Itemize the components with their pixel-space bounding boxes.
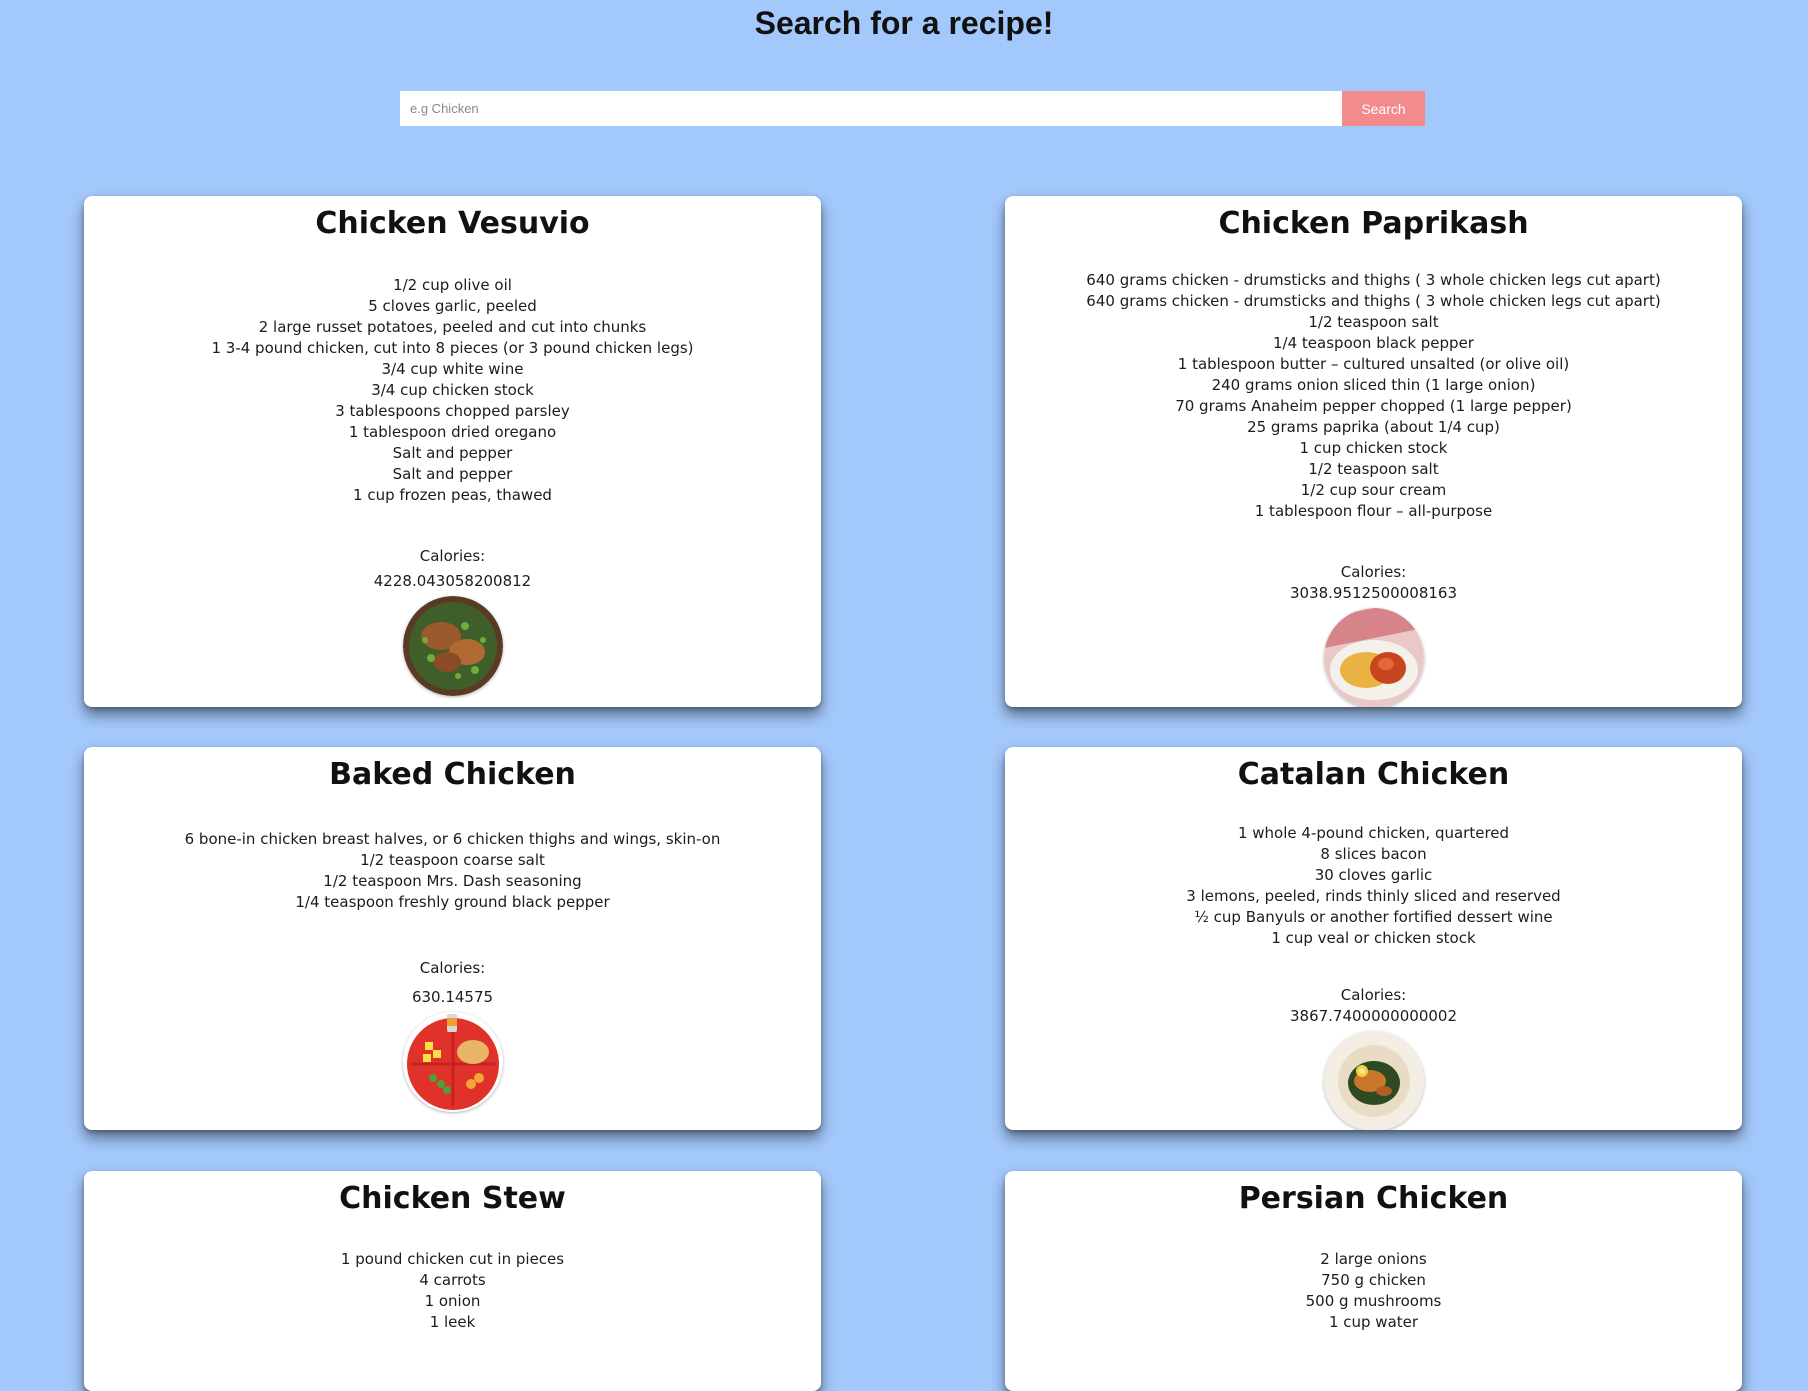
ingredient-item: 3 lemons, peeled, rinds thinly sliced an… (1186, 887, 1561, 905)
ingredient-item: 1/4 teaspoon freshly ground black pepper (295, 893, 610, 911)
ingredient-list: 1 whole 4-pound chicken, quartered 8 sli… (1005, 823, 1742, 949)
ingredient-item: 640 grams chicken - drumsticks and thigh… (1086, 271, 1661, 289)
ingredient-item: 4 carrots (419, 1271, 486, 1289)
ingredient-item: 1 cup chicken stock (1299, 439, 1448, 457)
recipe-card: Chicken Vesuvio 1/2 cup olive oil 5 clov… (84, 196, 821, 707)
recipe-card: Baked Chicken 6 bone-in chicken breast h… (84, 747, 821, 1130)
ingredient-item: 2 large onions (1320, 1250, 1427, 1268)
recipe-title: Chicken Paprikash (1218, 206, 1529, 241)
ingredient-item: 1 cup veal or chicken stock (1271, 929, 1476, 947)
ingredient-list: 1 pound chicken cut in pieces 4 carrots … (84, 1249, 821, 1333)
ingredient-item: 640 grams chicken - drumsticks and thigh… (1086, 292, 1661, 310)
ingredient-item: 500 g mushrooms (1305, 1292, 1442, 1310)
ingredient-item: 6 bone-in chicken breast halves, or 6 ch… (184, 830, 721, 848)
ingredient-item: 1 cup water (1328, 1313, 1419, 1331)
recipe-card: Chicken Paprikash 640 grams chicken - dr… (1005, 196, 1742, 707)
ingredient-item: 1 whole 4-pound chicken, quartered (1237, 824, 1510, 842)
recipe-title: Persian Chicken (1238, 1181, 1509, 1216)
recipe-card: Catalan Chicken 1 whole 4-pound chicken,… (1005, 747, 1742, 1130)
ingredient-item: ½ cup Banyuls or another fortified desse… (1194, 908, 1553, 926)
ingredient-item: 30 cloves garlic (1314, 866, 1433, 884)
ingredient-item: 3/4 cup white wine (381, 360, 524, 378)
ingredient-item: 1 cup frozen peas, thawed (353, 486, 552, 504)
ingredient-list: 1/2 cup olive oil 5 cloves garlic, peele… (84, 275, 821, 506)
ingredient-item: 750 g chicken (1321, 1271, 1426, 1289)
recipe-grid: Chicken Vesuvio 1/2 cup olive oil 5 clov… (0, 0, 1808, 1391)
ingredient-item: 1 tablespoon butter – cultured unsalted … (1177, 355, 1570, 373)
catalan-chicken-dish-icon (1323, 1031, 1424, 1130)
ingredient-item: 2 large russet potatoes, peeled and cut … (258, 318, 647, 336)
recipe-card: Chicken Stew 1 pound chicken cut in piec… (84, 1171, 821, 1391)
ingredient-list: 640 grams chicken - drumsticks and thigh… (1005, 270, 1742, 522)
ingredient-item: 1 onion (424, 1292, 481, 1310)
ingredient-item: 1/4 teaspoon black pepper (1273, 334, 1474, 352)
calories-value: 3867.7400000000002 (1289, 1007, 1457, 1025)
chicken-paprikash-dish-icon (1323, 608, 1424, 707)
calories-value: 4228.043058200812 (373, 572, 532, 590)
ingredient-item: Salt and pepper (392, 444, 513, 462)
ingredient-item: 1 3-4 pound chicken, cut into 8 pieces (… (211, 339, 694, 357)
ingredient-item: 25 grams paprika (about 1/4 cup) (1247, 418, 1500, 436)
ingredient-item: 240 grams onion sliced thin (1 large oni… (1211, 376, 1536, 394)
ingredient-item: 1 tablespoon dried oregano (348, 423, 557, 441)
ingredient-item: 1 leek (429, 1313, 476, 1331)
ingredient-list: 2 large onions 750 g chicken 500 g mushr… (1005, 1249, 1742, 1333)
baked-chicken-dish-icon (402, 1012, 503, 1112)
ingredient-item: Salt and pepper (392, 465, 513, 483)
ingredient-item: 3 tablespoons chopped parsley (335, 402, 570, 420)
recipe-title: Chicken Stew (339, 1181, 566, 1216)
ingredient-list: 6 bone-in chicken breast halves, or 6 ch… (84, 829, 821, 913)
ingredient-item: 1/2 teaspoon salt (1308, 460, 1439, 478)
chicken-vesuvio-dish-icon (402, 596, 503, 696)
ingredient-item: 1 tablespoon flour – all-purpose (1254, 502, 1493, 520)
calories-value: 630.14575 (411, 988, 494, 1006)
ingredient-item: 5 cloves garlic, peeled (368, 297, 537, 315)
ingredient-item: 3/4 cup chicken stock (371, 381, 534, 399)
calories-label: Calories: (1340, 986, 1407, 1004)
recipe-card: Persian Chicken 2 large onions 750 g chi… (1005, 1171, 1742, 1391)
calories-label: Calories: (419, 959, 486, 977)
ingredient-item: 70 grams Anaheim pepper chopped (1 large… (1175, 397, 1572, 415)
calories-label: Calories: (1340, 563, 1407, 581)
recipe-title: Chicken Vesuvio (315, 206, 590, 241)
recipe-title: Baked Chicken (329, 757, 576, 792)
ingredient-item: 1/2 cup sour cream (1300, 481, 1447, 499)
calories-value: 3038.9512500008163 (1289, 584, 1457, 602)
ingredient-item: 1/2 cup olive oil (393, 276, 512, 294)
ingredient-item: 1 pound chicken cut in pieces (340, 1250, 565, 1268)
calories-label: Calories: (419, 547, 486, 565)
ingredient-item: 8 slices bacon (1320, 845, 1427, 863)
recipe-title: Catalan Chicken (1237, 757, 1510, 792)
ingredient-item: 1/2 teaspoon salt (1308, 313, 1439, 331)
ingredient-item: 1/2 teaspoon coarse salt (360, 851, 545, 869)
ingredient-item: 1/2 teaspoon Mrs. Dash seasoning (323, 872, 582, 890)
